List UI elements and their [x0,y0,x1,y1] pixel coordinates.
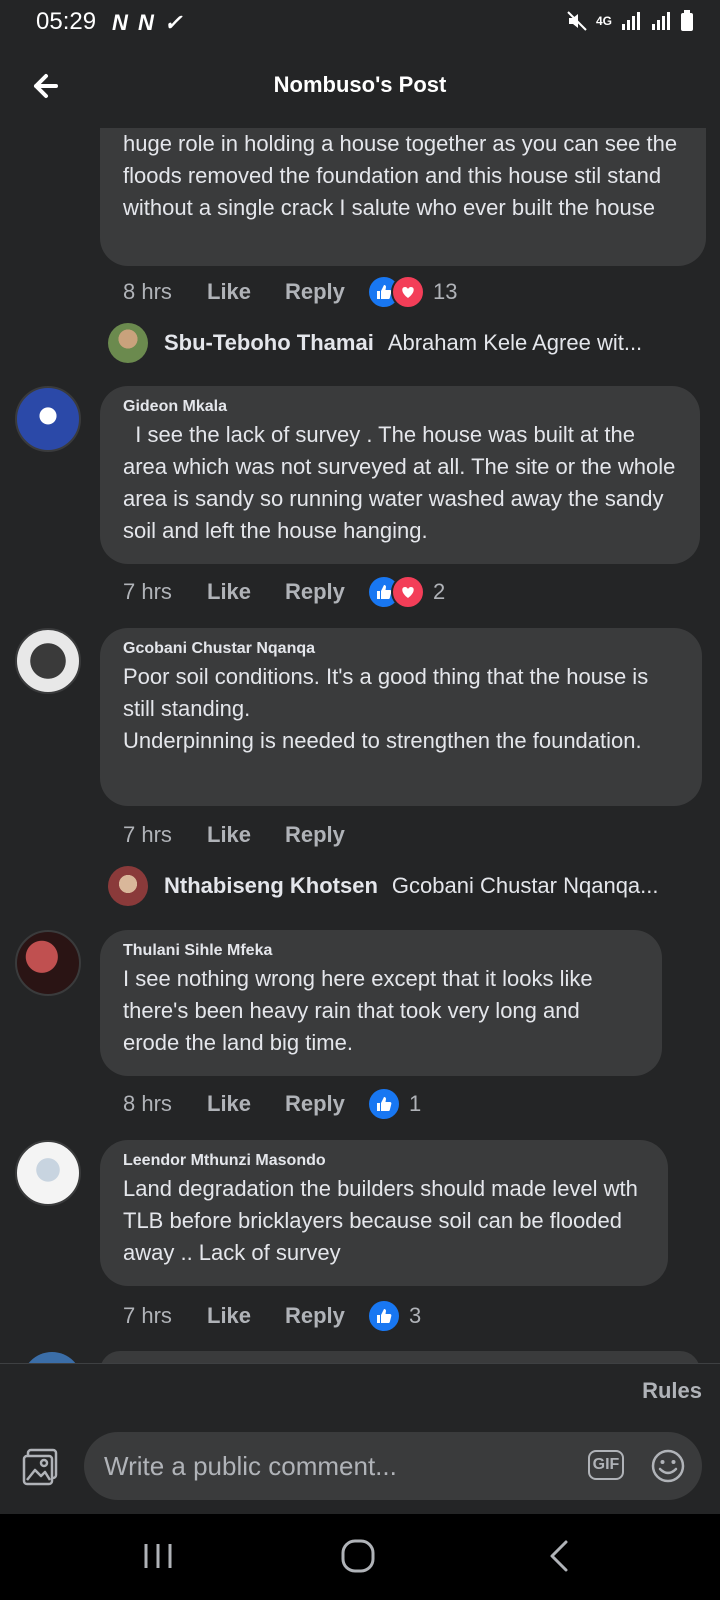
network-type: 4G [595,14,612,28]
signal-icon [622,12,640,30]
reactions[interactable]: 2 [367,575,445,609]
reply-button[interactable]: Reply [285,1091,367,1117]
reply-button[interactable]: Reply [285,1303,367,1329]
reply-button[interactable]: Reply [285,579,367,605]
comment-text: I see the lack of survey . The house was… [123,422,682,543]
comment-composer: GIF [0,1420,720,1510]
comment-bubble: Gideon Mkala I see the lack of survey . … [100,386,700,564]
status-right-icons: 4G [566,10,694,32]
comment-author[interactable]: Gcobani Chustar Nqanqa [123,640,680,658]
avatar[interactable] [15,386,81,452]
reply-button[interactable]: Reply [285,822,367,848]
comment-text: huge role in holding a house together as… [123,131,684,220]
reply-author: Nthabiseng Khotsen [164,873,378,898]
comment-text: Poor soil conditions. It's a good thing … [123,664,649,753]
love-icon [391,575,425,609]
comment-bubble: Gcobani Chustar Nqanqa Poor soil conditi… [100,628,702,806]
gif-button[interactable]: GIF [588,1450,624,1480]
avatar [108,323,148,363]
like-button[interactable]: Like [207,579,285,605]
comment-author[interactable]: Thulani Sihle Mfeka [123,942,640,960]
like-icon [367,1299,401,1333]
home-icon[interactable] [338,1536,378,1576]
like-button[interactable]: Like [207,279,285,305]
like-button[interactable]: Like [207,1303,285,1329]
post-header: Nombuso's Post [0,58,720,118]
comment-actions: 8 hrs Like Reply 1 [123,1084,421,1124]
notification-icons: N N ✓ [112,10,185,35]
like-icon [367,1087,401,1121]
comment-bubble: Leendor Mthunzi Masondo Land degradation… [100,1140,668,1286]
avatar[interactable] [15,930,81,996]
reactions[interactable]: 13 [367,275,457,309]
comment-actions: 7 hrs Like Reply [123,815,367,855]
reply-preview[interactable]: Nthabiseng Khotsen Gcobani Chustar Nqanq… [108,864,659,908]
avatar[interactable] [22,1352,82,1364]
status-bar: 05:29 N N ✓ 4G [0,0,720,46]
reaction-count: 2 [433,579,446,604]
comment-text: I see nothing wrong here except that it … [123,966,599,1055]
reply-preview[interactable]: Sbu-Teboho Thamai Abraham Kele Agree wit… [108,321,642,365]
reactions[interactable]: 1 [367,1087,421,1121]
reactions[interactable]: 3 [367,1299,421,1333]
recent-apps-icon[interactable] [138,1536,178,1576]
comment-time: 8 hrs [123,279,172,304]
comment-actions: 7 hrs Like Reply 3 [123,1296,421,1336]
battery-icon [681,10,693,31]
avatar [108,866,148,906]
android-nav-bar [0,1514,720,1600]
reply-snippet: Abraham Kele Agree wit... [387,330,643,355]
comment-time: 7 hrs [123,1303,172,1328]
avatar[interactable] [15,1140,81,1206]
reply-button[interactable]: Reply [285,279,367,305]
comment-time: 8 hrs [123,1091,172,1116]
like-button[interactable]: Like [207,822,285,848]
rules-link[interactable]: Rules [642,1378,702,1404]
comment-text: Land degradation the builders should mad… [123,1176,644,1265]
divider [0,1363,720,1364]
like-button[interactable]: Like [207,1091,285,1117]
mute-icon [567,11,587,31]
love-icon [391,275,425,309]
status-time: 05:29 [36,8,97,35]
comment-actions: 7 hrs Like Reply 2 [123,572,445,612]
comment-bubble [100,1351,700,1363]
comment-author[interactable]: Leendor Mthunzi Masondo [123,1152,646,1170]
avatar[interactable] [15,628,81,694]
back-nav-icon[interactable] [540,1536,580,1576]
comment-author[interactable]: Gideon Mkala [123,398,678,416]
page-title: Nombuso's Post [273,72,447,97]
comment-bubble: Thulani Sihle Mfeka I see nothing wrong … [100,930,662,1076]
comment-time: 7 hrs [123,822,172,847]
reaction-count: 3 [409,1303,422,1328]
comment-time: 7 hrs [123,579,172,604]
photo-icon[interactable] [22,1448,60,1486]
reply-snippet: Gcobani Chustar Nqanqa... [391,873,659,898]
reply-author: Sbu-Teboho Thamai [164,330,374,355]
emoji-icon[interactable] [650,1448,686,1484]
reaction-count: 1 [409,1091,422,1116]
signal-icon-2 [652,12,670,30]
reaction-count: 13 [433,279,458,304]
comment-actions: 8 hrs Like Reply 13 [123,272,457,312]
comment-bubble: huge role in holding a house together as… [100,128,706,266]
